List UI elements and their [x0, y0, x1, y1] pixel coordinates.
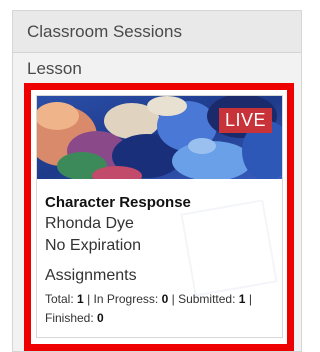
live-badge: LIVE	[218, 108, 272, 133]
stat-total-value: 1	[77, 292, 84, 306]
stat-separator: |	[171, 292, 175, 306]
classroom-sessions-panel: Classroom Sessions Lesson LIVE Character…	[12, 10, 302, 352]
stat-separator: |	[87, 292, 91, 306]
teacher-name: Rhonda Dye	[45, 215, 134, 232]
session-card[interactable]: LIVE Character Response Rhonda Dye No Ex…	[36, 95, 283, 338]
panel-title: Classroom Sessions	[27, 22, 182, 41]
stat-in-progress-value: 0	[161, 292, 169, 306]
stat-total-label: Total:	[45, 292, 74, 306]
session-thumbnail: LIVE	[37, 96, 282, 179]
stat-finished-value: 0	[97, 311, 104, 325]
assignments-heading: Assignments	[45, 267, 137, 284]
assignment-stats: Total: 1 | In Progress: 0 | Submitted: 1…	[45, 290, 277, 328]
stat-submitted-label: Submitted:	[178, 292, 236, 306]
stat-separator: |	[248, 292, 252, 306]
stat-finished-label: Finished:	[45, 311, 94, 325]
panel-header: Classroom Sessions	[13, 11, 301, 53]
background-watermark	[180, 199, 278, 297]
stat-submitted-value: 1	[238, 292, 246, 306]
session-title: Character Response	[45, 194, 191, 211]
expiration-text: No Expiration	[45, 237, 142, 254]
selection-highlight: LIVE Character Response Rhonda Dye No Ex…	[24, 83, 294, 351]
section-label-lesson: Lesson	[27, 59, 82, 78]
stat-in-progress-label: In Progress:	[93, 292, 159, 306]
